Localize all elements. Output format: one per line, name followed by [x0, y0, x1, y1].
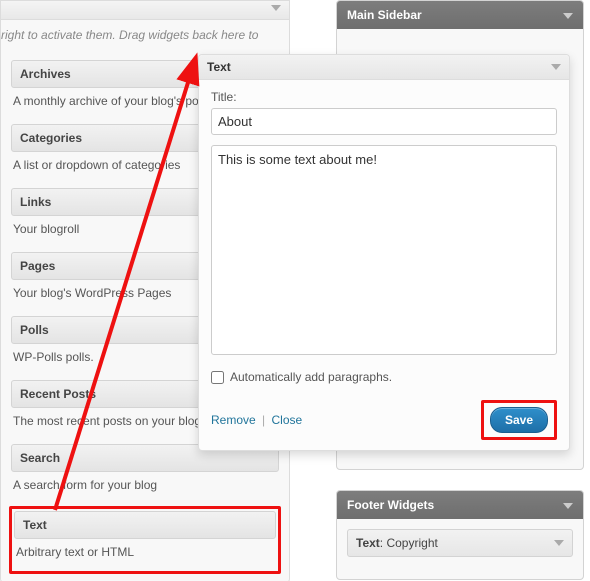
text-widget-editor: Text Title: Automatically add paragraphs… — [198, 54, 570, 451]
highlight-text-widget: Text Arbitrary text or HTML — [9, 506, 281, 574]
chevron-down-icon — [563, 13, 573, 19]
drag-hint-text: right to activate them. Drag widgets bac… — [1, 20, 289, 54]
chevron-down-icon — [554, 540, 564, 546]
main-sidebar-header[interactable]: Main Sidebar — [337, 1, 583, 29]
available-widgets-toggle[interactable] — [1, 1, 289, 20]
footer-item-label: Text — [356, 536, 380, 550]
chevron-down-icon — [563, 503, 573, 509]
highlight-save: Save — [481, 400, 557, 440]
close-link[interactable]: Close — [272, 413, 303, 427]
remove-link[interactable]: Remove — [211, 413, 256, 427]
footer-widgets-area[interactable]: Footer Widgets Text: Copyright — [336, 490, 584, 580]
footer-widget-item[interactable]: Text: Copyright — [347, 529, 573, 557]
save-button[interactable]: Save — [490, 407, 548, 433]
link-actions: Remove | Close — [211, 413, 302, 427]
auto-paragraphs-label: Automatically add paragraphs. — [230, 370, 392, 384]
text-widget-header[interactable]: Text — [199, 55, 569, 80]
footer-item-value: Copyright — [386, 536, 437, 550]
footer-widgets-title: Footer Widgets — [347, 498, 434, 512]
title-input[interactable] — [211, 108, 557, 135]
main-sidebar-title: Main Sidebar — [347, 8, 422, 22]
chevron-down-icon — [551, 64, 561, 70]
text-widget-header-label: Text — [207, 60, 231, 74]
content-textarea[interactable] — [211, 145, 557, 355]
widget-description: Arbitrary text or HTML — [14, 539, 276, 569]
available-widget[interactable]: SearchA search form for your blog — [11, 444, 279, 502]
chevron-down-icon — [271, 5, 281, 11]
title-label: Title: — [211, 90, 557, 104]
auto-paragraphs-checkbox[interactable] — [211, 371, 224, 384]
widget-title: Text — [14, 511, 276, 539]
available-widget-text[interactable]: Text Arbitrary text or HTML — [14, 511, 276, 569]
footer-widgets-header[interactable]: Footer Widgets — [337, 491, 583, 519]
widget-description: A search form for your blog — [11, 472, 279, 502]
